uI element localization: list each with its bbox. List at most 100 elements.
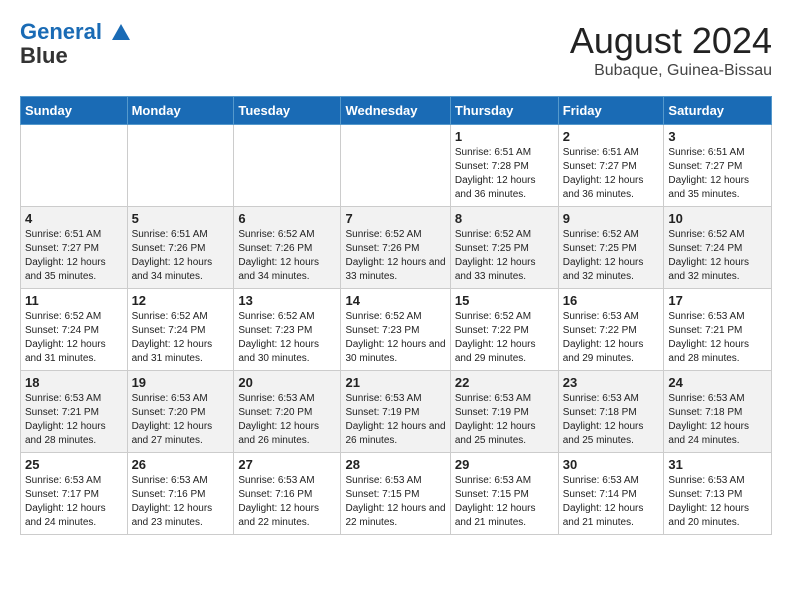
day-number: 16 — [563, 293, 660, 308]
title-block: August 2024 Bubaque, Guinea-Bissau — [570, 20, 772, 80]
day-number: 11 — [25, 293, 123, 308]
day-info: Sunrise: 6:52 AMSunset: 7:24 PMDaylight:… — [132, 310, 230, 366]
weekday-saturday: Saturday — [664, 97, 772, 125]
calendar-cell — [127, 125, 234, 207]
calendar-cell: 8Sunrise: 6:52 AMSunset: 7:25 PMDaylight… — [450, 207, 558, 289]
calendar-cell: 6 Sunrise: 6:52 AMSunset: 7:26 PMDaylight… — [234, 207, 341, 289]
calendar-week-4: 18Sunrise: 6:53 AMSunset: 7:21 PMDayligh… — [21, 371, 772, 453]
day-info: Sunrise: 6:53 AMSunset: 7:20 PMDaylight:… — [132, 392, 230, 448]
calendar-cell: 2Sunrise: 6:51 AMSunset: 7:27 PMDaylight… — [558, 125, 664, 207]
calendar-cell: 30 Sunrise: 6:53 AMSunset: 7:14 PMDayligh… — [558, 453, 664, 535]
calendar-table: SundayMondayTuesdayWednesdayThursdayFrid… — [20, 96, 772, 535]
calendar-cell: 21Sunrise: 6:53 AMSunset: 7:19 PMDayligh… — [341, 371, 450, 453]
day-info: Sunrise: 6:51 AMSunset: 7:27 PMDaylight:… — [563, 146, 660, 202]
calendar-cell: 5 Sunrise: 6:51 AMSunset: 7:26 PMDaylight… — [127, 207, 234, 289]
day-number: 12 — [132, 293, 230, 308]
day-number: 13 — [238, 293, 336, 308]
logo-icon — [110, 22, 132, 44]
logo-blue: Blue — [20, 44, 132, 68]
day-number: 25 — [25, 457, 123, 472]
calendar-cell: 24 Sunrise: 6:53 AMSunset: 7:18 PMDayligh… — [664, 371, 772, 453]
calendar-cell: 16 Sunrise: 6:53 AMSunset: 7:22 PMDayligh… — [558, 289, 664, 371]
calendar-cell: 4Sunrise: 6:51 AMSunset: 7:27 PMDaylight… — [21, 207, 128, 289]
calendar-cell — [234, 125, 341, 207]
calendar-cell: 31Sunrise: 6:53 AMSunset: 7:13 PMDayligh… — [664, 453, 772, 535]
day-info: Sunrise: 6:53 AMSunset: 7:18 PMDaylight:… — [668, 392, 767, 448]
weekday-thursday: Thursday — [450, 97, 558, 125]
calendar-cell: 20Sunrise: 6:53 AMSunset: 7:20 PMDayligh… — [234, 371, 341, 453]
calendar-cell: 13Sunrise: 6:52 AMSunset: 7:23 PMDayligh… — [234, 289, 341, 371]
calendar-cell — [21, 125, 128, 207]
calendar-week-1: 1Sunrise: 6:51 AMSunset: 7:28 PMDaylight… — [21, 125, 772, 207]
weekday-wednesday: Wednesday — [341, 97, 450, 125]
day-info: Sunrise: 6:53 AMSunset: 7:21 PMDaylight:… — [25, 392, 123, 448]
calendar-cell: 18Sunrise: 6:53 AMSunset: 7:21 PMDayligh… — [21, 371, 128, 453]
calendar-cell: 19 Sunrise: 6:53 AMSunset: 7:20 PMDayligh… — [127, 371, 234, 453]
day-info: Sunrise: 6:53 AMSunset: 7:17 PMDaylight:… — [25, 474, 123, 530]
logo-general: General — [20, 19, 102, 44]
day-number: 23 — [563, 375, 660, 390]
day-number: 14 — [345, 293, 445, 308]
day-info: Sunrise: 6:52 AMSunset: 7:25 PMDaylight:… — [563, 228, 660, 284]
calendar-week-2: 4Sunrise: 6:51 AMSunset: 7:27 PMDaylight… — [21, 207, 772, 289]
calendar-cell — [341, 125, 450, 207]
calendar-week-3: 11 Sunrise: 6:52 AMSunset: 7:24 PMDayligh… — [21, 289, 772, 371]
day-number: 31 — [668, 457, 767, 472]
day-number: 19 — [132, 375, 230, 390]
day-info: Sunrise: 6:52 AMSunset: 7:24 PMDaylight:… — [668, 228, 767, 284]
calendar-cell: 11 Sunrise: 6:52 AMSunset: 7:24 PMDayligh… — [21, 289, 128, 371]
weekday-tuesday: Tuesday — [234, 97, 341, 125]
day-info: Sunrise: 6:53 AMSunset: 7:14 PMDaylight:… — [563, 474, 660, 530]
day-info: Sunrise: 6:53 AMSunset: 7:15 PMDaylight:… — [345, 474, 445, 530]
day-info: Sunrise: 6:52 AMSunset: 7:23 PMDaylight:… — [345, 310, 445, 366]
calendar-cell: 28Sunrise: 6:53 AMSunset: 7:15 PMDayligh… — [341, 453, 450, 535]
calendar-cell: 26Sunrise: 6:53 AMSunset: 7:16 PMDayligh… — [127, 453, 234, 535]
day-number: 20 — [238, 375, 336, 390]
logo: General Blue — [20, 20, 132, 68]
month-year-title: August 2024 — [570, 20, 772, 62]
day-info: Sunrise: 6:53 AMSunset: 7:21 PMDaylight:… — [668, 310, 767, 366]
weekday-sunday: Sunday — [21, 97, 128, 125]
day-number: 1 — [455, 129, 554, 144]
day-info: Sunrise: 6:51 AMSunset: 7:26 PMDaylight:… — [132, 228, 230, 284]
calendar-cell: 27 Sunrise: 6:53 AMSunset: 7:16 PMDayligh… — [234, 453, 341, 535]
day-number: 5 — [132, 211, 230, 226]
day-info: Sunrise: 6:53 AMSunset: 7:19 PMDaylight:… — [455, 392, 554, 448]
calendar-cell: 23 Sunrise: 6:53 AMSunset: 7:18 PMDayligh… — [558, 371, 664, 453]
weekday-header-row: SundayMondayTuesdayWednesdayThursdayFrid… — [21, 97, 772, 125]
calendar-cell: 25 Sunrise: 6:53 AMSunset: 7:17 PMDayligh… — [21, 453, 128, 535]
day-number: 27 — [238, 457, 336, 472]
day-info: Sunrise: 6:53 AMSunset: 7:18 PMDaylight:… — [563, 392, 660, 448]
day-number: 6 — [238, 211, 336, 226]
day-number: 17 — [668, 293, 767, 308]
location-subtitle: Bubaque, Guinea-Bissau — [570, 62, 772, 80]
calendar-week-5: 25 Sunrise: 6:53 AMSunset: 7:17 PMDayligh… — [21, 453, 772, 535]
calendar-body: 1Sunrise: 6:51 AMSunset: 7:28 PMDaylight… — [21, 125, 772, 535]
calendar-cell: 7Sunrise: 6:52 AMSunset: 7:26 PMDaylight… — [341, 207, 450, 289]
calendar-cell: 22Sunrise: 6:53 AMSunset: 7:19 PMDayligh… — [450, 371, 558, 453]
day-info: Sunrise: 6:52 AMSunset: 7:24 PMDaylight:… — [25, 310, 123, 366]
calendar-cell: 9Sunrise: 6:52 AMSunset: 7:25 PMDaylight… — [558, 207, 664, 289]
calendar-cell: 14 Sunrise: 6:52 AMSunset: 7:23 PMDayligh… — [341, 289, 450, 371]
page-header: General Blue August 2024 Bubaque, Guinea… — [20, 20, 772, 80]
day-number: 24 — [668, 375, 767, 390]
day-info: Sunrise: 6:53 AMSunset: 7:22 PMDaylight:… — [563, 310, 660, 366]
weekday-monday: Monday — [127, 97, 234, 125]
day-info: Sunrise: 6:51 AMSunset: 7:27 PMDaylight:… — [668, 146, 767, 202]
day-info: Sunrise: 6:53 AMSunset: 7:19 PMDaylight:… — [345, 392, 445, 448]
day-info: Sunrise: 6:52 AMSunset: 7:26 PMDaylight:… — [238, 228, 336, 284]
day-number: 8 — [455, 211, 554, 226]
day-number: 10 — [668, 211, 767, 226]
day-number: 26 — [132, 457, 230, 472]
day-info: Sunrise: 6:52 AMSunset: 7:22 PMDaylight:… — [455, 310, 554, 366]
calendar-cell: 15Sunrise: 6:52 AMSunset: 7:22 PMDayligh… — [450, 289, 558, 371]
day-info: Sunrise: 6:53 AMSunset: 7:16 PMDaylight:… — [238, 474, 336, 530]
day-number: 29 — [455, 457, 554, 472]
day-info: Sunrise: 6:53 AMSunset: 7:15 PMDaylight:… — [455, 474, 554, 530]
calendar-cell: 1Sunrise: 6:51 AMSunset: 7:28 PMDaylight… — [450, 125, 558, 207]
day-number: 30 — [563, 457, 660, 472]
calendar-cell: 3Sunrise: 6:51 AMSunset: 7:27 PMDaylight… — [664, 125, 772, 207]
calendar-cell: 17 Sunrise: 6:53 AMSunset: 7:21 PMDayligh… — [664, 289, 772, 371]
day-number: 4 — [25, 211, 123, 226]
day-number: 7 — [345, 211, 445, 226]
